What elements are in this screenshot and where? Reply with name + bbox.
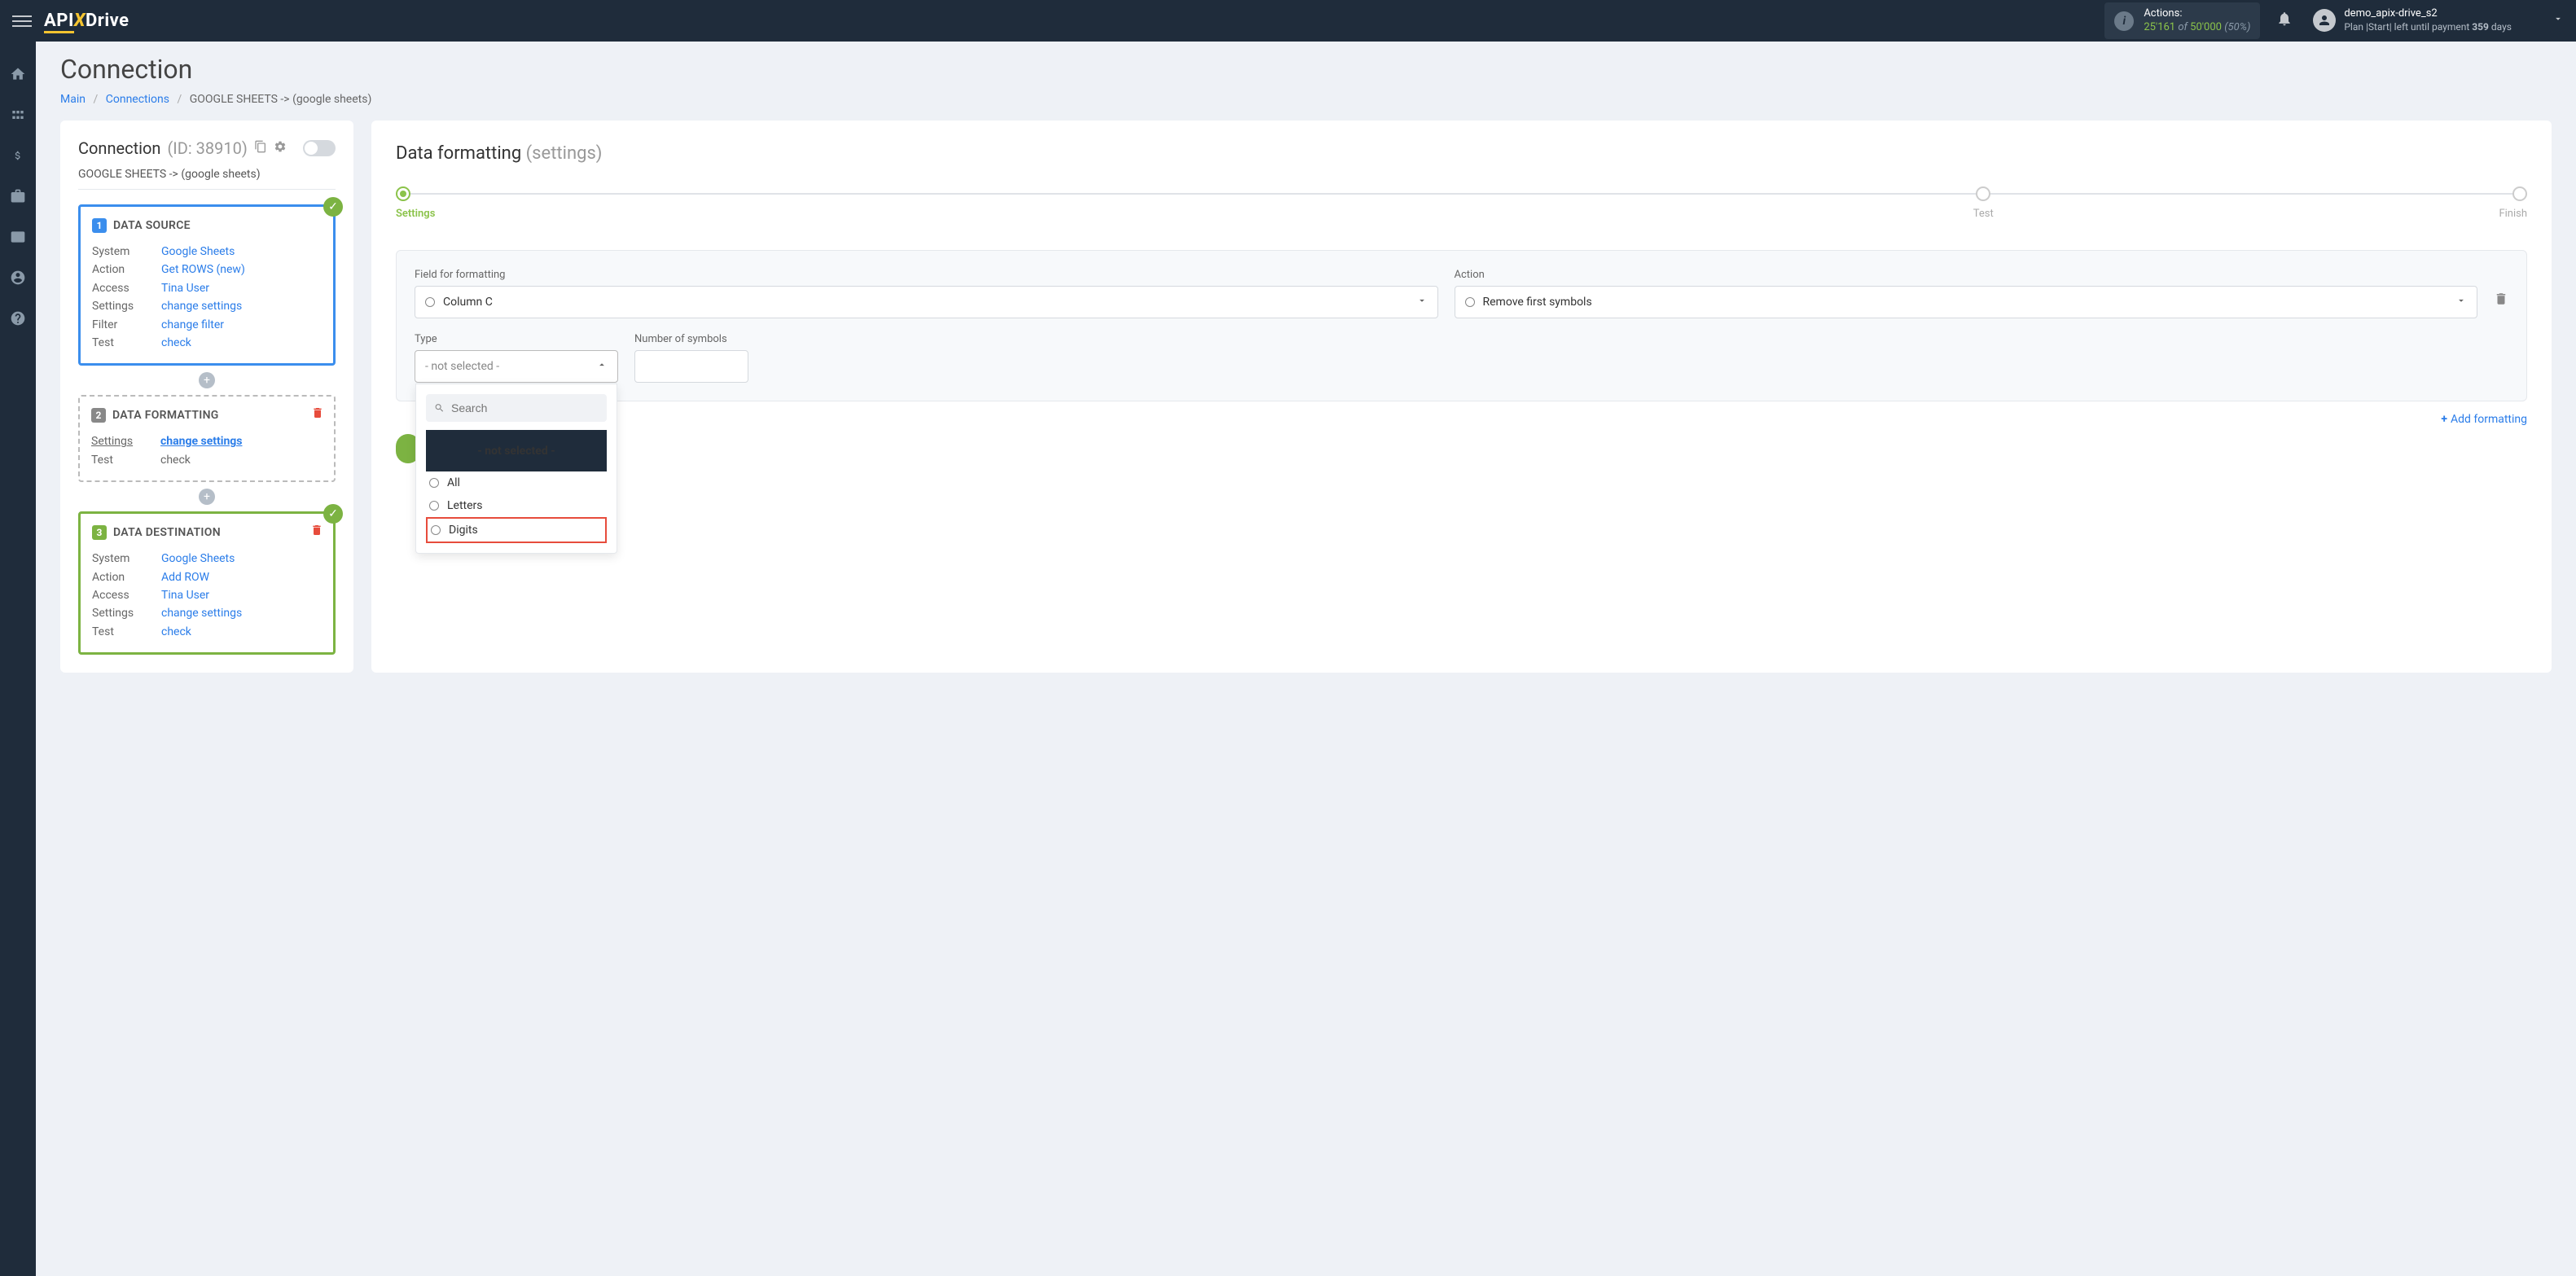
gear-icon[interactable] bbox=[274, 140, 287, 156]
wizard-stepper: Settings Test Finish bbox=[396, 186, 2527, 201]
actions-counter[interactable]: i Actions: 25'161 of 50'000 (50%) bbox=[2104, 2, 2260, 40]
option-none[interactable]: - not selected - bbox=[426, 430, 607, 471]
help-icon[interactable] bbox=[10, 310, 26, 331]
search-input[interactable] bbox=[451, 401, 599, 414]
account-icon[interactable] bbox=[10, 270, 26, 290]
step1-title: DATA SOURCE bbox=[113, 219, 191, 232]
billing-icon[interactable] bbox=[12, 147, 24, 168]
radio-icon bbox=[425, 297, 435, 307]
info-icon: i bbox=[2114, 11, 2134, 31]
user-menu[interactable]: demo_apix-drive_s2 Plan |Start| left unt… bbox=[2313, 7, 2564, 33]
option-all[interactable]: All bbox=[426, 471, 607, 494]
avatar-icon bbox=[2313, 9, 2336, 32]
home-icon[interactable] bbox=[10, 66, 26, 86]
actions-total: 50'000 bbox=[2190, 21, 2222, 33]
step3-settings[interactable]: change settings bbox=[161, 604, 242, 622]
stepper-settings[interactable] bbox=[396, 186, 410, 201]
type-select[interactable]: - not selected - - not selected - All Le… bbox=[415, 350, 618, 383]
breadcrumb-connections[interactable]: Connections bbox=[106, 93, 169, 106]
type-dropdown: - not selected - All Letters Digits bbox=[415, 384, 617, 554]
option-digits[interactable]: Digits bbox=[426, 517, 607, 543]
connection-panel: Connection (ID: 38910) GOOGLE SHEETS -> … bbox=[60, 121, 353, 673]
video-icon[interactable] bbox=[10, 229, 26, 249]
panel-subtitle: (settings) bbox=[526, 143, 603, 164]
num-label: Number of symbols bbox=[634, 333, 748, 345]
step3-system[interactable]: Google Sheets bbox=[161, 550, 235, 568]
briefcase-icon[interactable] bbox=[10, 188, 26, 208]
actions-count: 25'161 bbox=[2144, 21, 2175, 33]
radio-icon bbox=[1465, 297, 1475, 307]
actions-of: of bbox=[2178, 21, 2188, 33]
action-select[interactable]: Remove first symbols bbox=[1455, 286, 2478, 318]
connection-toggle[interactable] bbox=[303, 140, 336, 156]
stepper-test[interactable] bbox=[1976, 186, 1990, 201]
step1-system[interactable]: Google Sheets bbox=[161, 243, 235, 261]
dropdown-search[interactable] bbox=[426, 394, 607, 422]
add-step-button-2[interactable]: + bbox=[199, 489, 215, 505]
breadcrumb: Main / Connections / GOOGLE SHEETS -> (g… bbox=[60, 93, 2552, 106]
connection-id: (ID: 38910) bbox=[167, 138, 247, 158]
step1-access[interactable]: Tina User bbox=[161, 279, 209, 297]
step1-filter[interactable]: change filter bbox=[161, 316, 224, 334]
actions-label: Actions: bbox=[2144, 7, 2250, 21]
app-header: APIXDrive i Actions: 25'161 of 50'000 (5… bbox=[0, 0, 2576, 42]
user-name: demo_apix-drive_s2 bbox=[2344, 7, 2512, 21]
row-trash-icon[interactable] bbox=[2494, 292, 2508, 318]
connections-icon[interactable] bbox=[10, 107, 26, 127]
chevron-down-icon bbox=[2455, 295, 2467, 309]
step3-access[interactable]: Tina User bbox=[161, 586, 209, 604]
bell-icon[interactable] bbox=[2276, 11, 2293, 31]
connection-subtitle: GOOGLE SHEETS -> (google sheets) bbox=[78, 168, 336, 190]
step2-test: check bbox=[160, 451, 191, 469]
logo[interactable]: APIXDrive bbox=[44, 11, 129, 31]
formatting-form: Field for formatting Column C Action Rem… bbox=[396, 250, 2527, 401]
breadcrumb-main[interactable]: Main bbox=[60, 93, 86, 106]
menu-icon[interactable] bbox=[12, 15, 32, 27]
trash-icon[interactable] bbox=[311, 406, 324, 423]
add-formatting-link[interactable]: +Add formatting bbox=[396, 413, 2527, 426]
action-label: Action bbox=[1455, 269, 2478, 281]
connection-title: Connection bbox=[78, 138, 160, 158]
trash-icon[interactable] bbox=[310, 524, 323, 540]
field-label: Field for formatting bbox=[415, 269, 1438, 281]
step2-settings[interactable]: change settings bbox=[160, 432, 242, 450]
add-step-button[interactable]: + bbox=[199, 372, 215, 388]
search-icon bbox=[434, 401, 445, 414]
step3-test[interactable]: check bbox=[161, 623, 191, 641]
field-select[interactable]: Column C bbox=[415, 286, 1438, 318]
chevron-down-icon bbox=[1416, 295, 1428, 309]
data-formatting-box[interactable]: 2DATA FORMATTING Settingschange settings… bbox=[78, 395, 336, 482]
page-title: Connection bbox=[60, 54, 2552, 85]
step2-title: DATA FORMATTING bbox=[112, 409, 219, 422]
chevron-down-icon[interactable] bbox=[2552, 13, 2564, 28]
chevron-up-icon bbox=[596, 359, 608, 374]
num-symbols-input[interactable] bbox=[634, 350, 748, 383]
sidebar bbox=[0, 42, 36, 1276]
data-source-box[interactable]: ✓ 1DATA SOURCE SystemGoogle Sheets Actio… bbox=[78, 204, 336, 366]
copy-icon[interactable] bbox=[254, 140, 267, 156]
stepper-finish[interactable] bbox=[2512, 186, 2527, 201]
step3-title: DATA DESTINATION bbox=[113, 526, 221, 539]
actions-pct: (50%) bbox=[2224, 21, 2250, 33]
check-icon: ✓ bbox=[323, 197, 343, 217]
type-label: Type bbox=[415, 333, 618, 345]
check-icon: ✓ bbox=[323, 504, 343, 524]
formatting-panel: Data formatting (settings) Settings Test… bbox=[371, 121, 2552, 673]
step1-test[interactable]: check bbox=[161, 334, 191, 352]
option-letters[interactable]: Letters bbox=[426, 494, 607, 517]
step1-action[interactable]: Get ROWS (new) bbox=[161, 261, 245, 278]
step1-settings[interactable]: change settings bbox=[161, 297, 242, 315]
panel-title: Data formatting bbox=[396, 143, 521, 164]
data-destination-box[interactable]: ✓ 3DATA DESTINATION SystemGoogle Sheets … bbox=[78, 511, 336, 655]
plan-info: Plan |Start| left until payment 359 days bbox=[2344, 21, 2512, 34]
breadcrumb-current: GOOGLE SHEETS -> (google sheets) bbox=[190, 93, 372, 106]
step3-action[interactable]: Add ROW bbox=[161, 568, 209, 586]
